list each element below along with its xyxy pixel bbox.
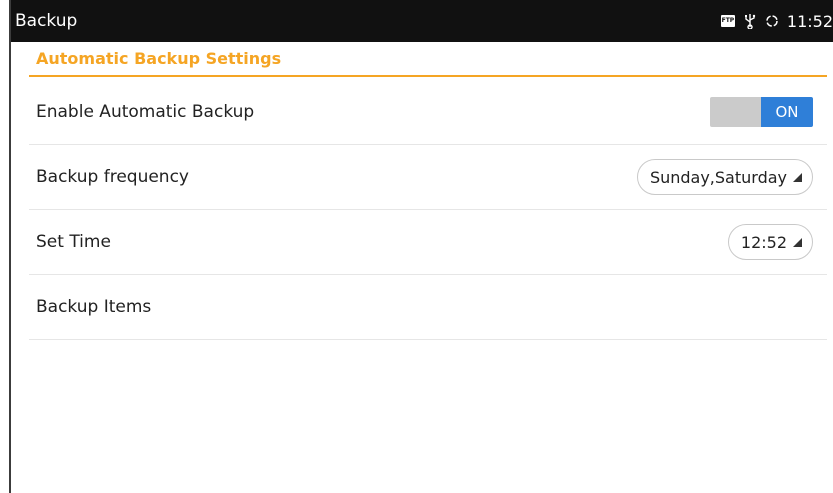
backup-frequency-value: Sunday,Saturday	[649, 167, 787, 187]
toggle-on-label: ON	[761, 97, 813, 127]
enable-backup-toggle[interactable]: ON	[710, 97, 813, 127]
enable-backup-label: Enable Automatic Backup	[36, 102, 255, 122]
set-time-dropdown[interactable]: 12:52	[727, 224, 813, 260]
enable-backup-row: Enable Automatic Backup ON	[29, 80, 827, 145]
set-time-label: Set Time	[36, 232, 111, 252]
status-bar: Backup FTP 11:52	[11, 0, 833, 42]
backup-frequency-label: Backup frequency	[36, 167, 189, 187]
dropdown-triangle-icon	[791, 171, 803, 183]
sync-icon	[765, 13, 779, 29]
usb-icon	[743, 13, 757, 29]
backup-frequency-row: Backup frequency Sunday,Saturday	[29, 145, 827, 210]
section-title: Automatic Backup Settings	[36, 49, 282, 68]
app-window: Backup FTP 11:52 Automatic Backup Settin…	[9, 0, 833, 493]
section-header: Automatic Backup Settings	[29, 42, 827, 77]
dropdown-triangle-icon	[791, 236, 803, 248]
backup-items-row[interactable]: Backup Items	[29, 275, 827, 340]
ftp-icon: FTP	[720, 15, 735, 27]
status-icons: FTP 11:52	[720, 11, 833, 31]
set-time-row: Set Time 12:52	[29, 210, 827, 275]
backup-items-label: Backup Items	[36, 297, 152, 317]
clock: 11:52	[786, 11, 833, 31]
app-title: Backup	[15, 11, 78, 31]
backup-frequency-dropdown[interactable]: Sunday,Saturday	[636, 159, 813, 195]
toggle-track	[710, 97, 761, 127]
set-time-value: 12:52	[740, 232, 787, 252]
